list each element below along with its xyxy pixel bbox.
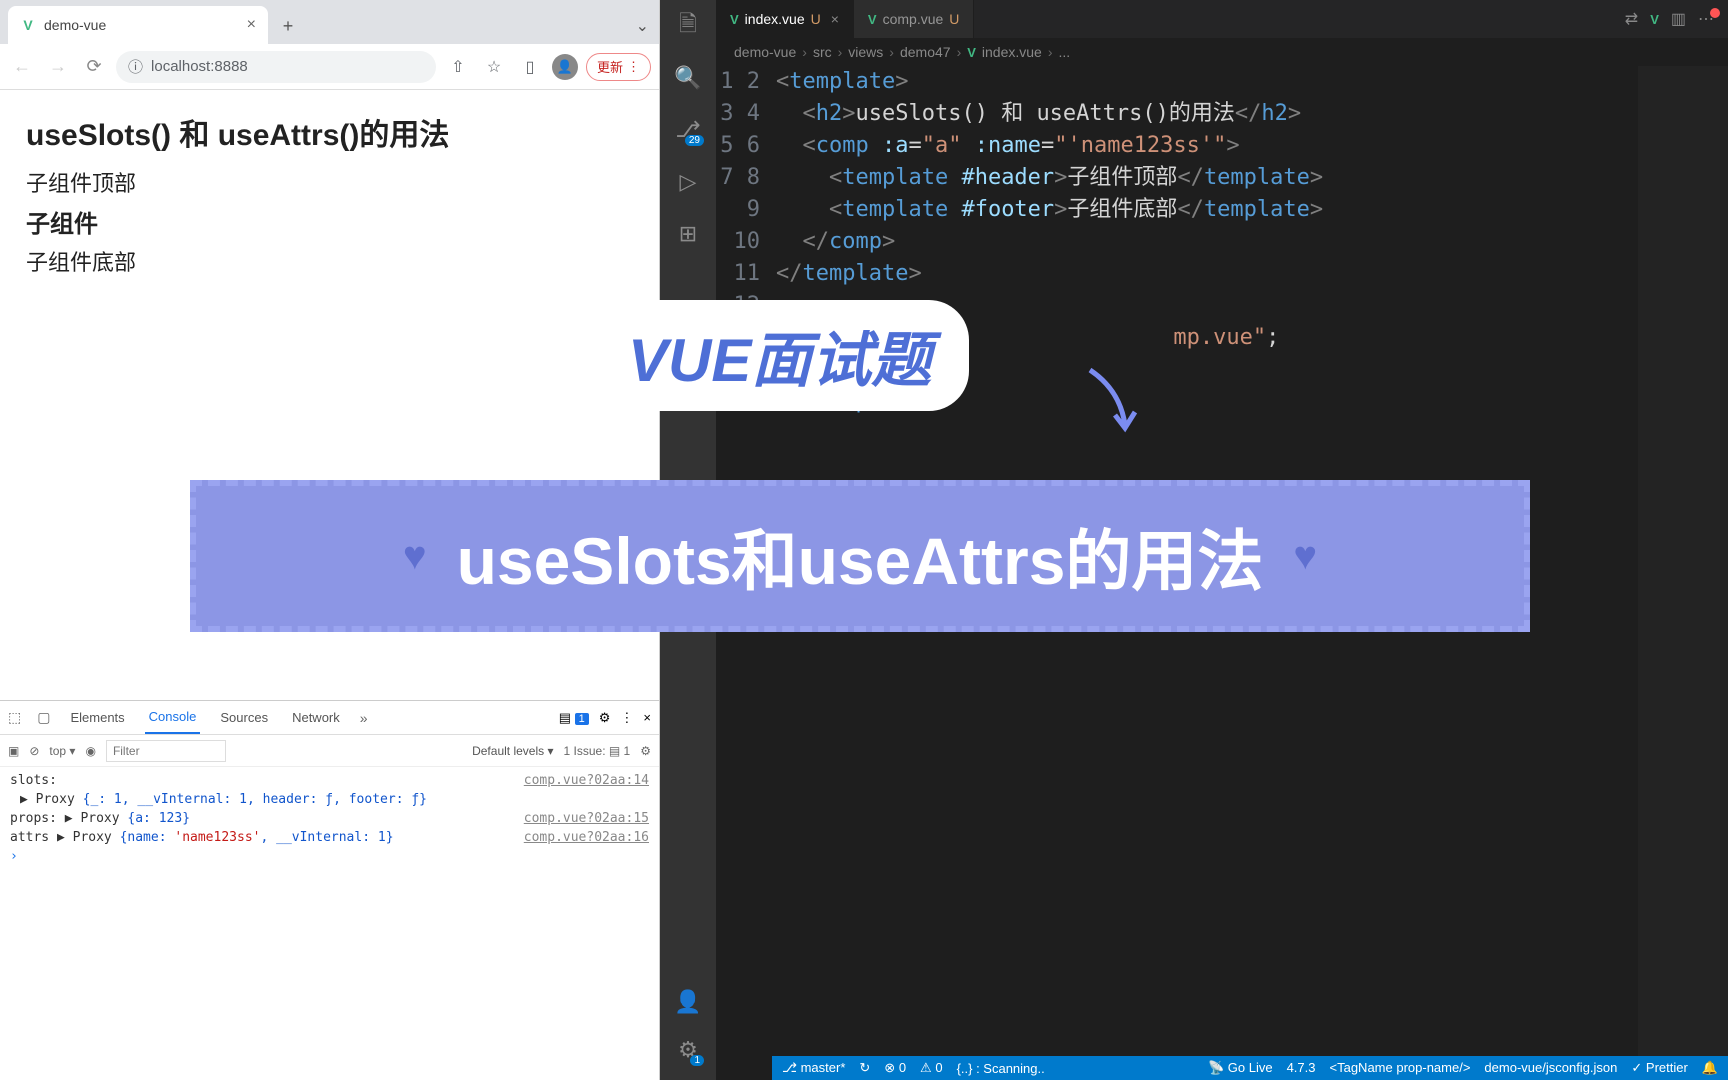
- devtools-tab-elements[interactable]: Elements: [66, 701, 128, 734]
- errors-indicator[interactable]: ⊗ 0: [884, 1060, 906, 1076]
- eye-icon[interactable]: ◉: [85, 744, 95, 758]
- page-heading: useSlots() 和 useAttrs()的用法: [26, 110, 633, 154]
- inspect-icon[interactable]: ⬚: [8, 709, 21, 726]
- site-info-icon[interactable]: ⓘ: [128, 56, 143, 77]
- vue-file-icon: V: [730, 12, 739, 27]
- issues-link[interactable]: 1 Issue: ▤ 1: [564, 744, 631, 758]
- tag-name-format[interactable]: <TagName prop-name/>: [1330, 1060, 1471, 1076]
- reload-button[interactable]: ⟳: [80, 53, 108, 81]
- more-tabs-icon[interactable]: »: [360, 710, 368, 726]
- issues-badge[interactable]: ▤ 1: [559, 710, 589, 726]
- heart-icon: ♥: [1293, 534, 1317, 579]
- overlay-banner-1: VUE面试题: [590, 300, 969, 411]
- source-control-icon[interactable]: ⎇29: [674, 116, 702, 144]
- address-bar: ← → ⟳ ⓘ localhost:8888 ⇧ ☆ ▯ 👤 更新 ⋮: [0, 44, 659, 90]
- filter-input[interactable]: [106, 740, 226, 762]
- notifications-icon[interactable]: 🔔: [1702, 1060, 1718, 1076]
- scanning-indicator[interactable]: {..} : Scanning..: [957, 1061, 1045, 1076]
- star-icon[interactable]: ☆: [480, 53, 508, 81]
- editor-tabs: V index.vue U × V comp.vue U ⇄ V ▥ ⋯: [716, 0, 1728, 38]
- settings-icon[interactable]: ⚙: [599, 710, 611, 726]
- split-editor-icon[interactable]: ▥: [1671, 9, 1686, 29]
- vue-file-icon: V: [967, 45, 976, 60]
- kebab-icon[interactable]: ⋮: [620, 710, 633, 726]
- close-devtools-icon[interactable]: ×: [643, 710, 651, 725]
- vue-favicon-icon: V: [20, 17, 36, 33]
- status-bar: ⎇ master* ↻ ⊗ 0 ⚠ 0 {..} : Scanning.. 📡 …: [772, 1056, 1728, 1080]
- back-button[interactable]: ←: [8, 53, 36, 81]
- panel-icon[interactable]: ▯: [516, 53, 544, 81]
- devtools-tab-console[interactable]: Console: [145, 701, 201, 734]
- update-button[interactable]: 更新 ⋮: [586, 53, 651, 81]
- browser-tab[interactable]: V demo-vue ×: [8, 6, 268, 44]
- prettier-indicator[interactable]: ✓ Prettier: [1631, 1060, 1687, 1076]
- browser-tab-strip: V demo-vue × + ⌄: [0, 0, 659, 44]
- devtools-tab-network[interactable]: Network: [288, 701, 344, 734]
- debug-icon[interactable]: ▷: [674, 168, 702, 196]
- breadcrumb[interactable]: demo-vue› src› views› demo47› V index.vu…: [716, 38, 1728, 66]
- new-tab-button[interactable]: +: [274, 12, 302, 40]
- arrow-icon: [1080, 360, 1150, 445]
- source-link[interactable]: comp.vue?02aa:15: [524, 811, 649, 826]
- extensions-icon[interactable]: ⊞: [674, 220, 702, 248]
- device-icon[interactable]: ▢: [37, 709, 50, 726]
- tab-title: demo-vue: [44, 17, 106, 33]
- warnings-indicator[interactable]: ⚠ 0: [920, 1060, 943, 1076]
- console-toolbar: ▣ ⊘ top ▾ ◉ Default levels ▾ 1 Issue: ▤ …: [0, 735, 659, 767]
- context-icon[interactable]: ▣: [8, 744, 19, 758]
- editor-tab-comp[interactable]: V comp.vue U: [854, 0, 975, 38]
- go-live-button[interactable]: 📡 Go Live: [1208, 1060, 1273, 1076]
- url-text: localhost:8888: [151, 58, 248, 75]
- devtools-tab-sources[interactable]: Sources: [216, 701, 272, 734]
- branch-indicator[interactable]: ⎇ master*: [782, 1060, 845, 1076]
- overlay-banner-2: ♥ useSlots和useAttrs的用法 ♥: [190, 480, 1530, 632]
- console-prompt[interactable]: ›: [10, 849, 18, 864]
- account-icon[interactable]: 👤: [674, 988, 702, 1016]
- settings-icon[interactable]: ⚙: [640, 744, 651, 758]
- tab-dropdown-icon[interactable]: ⌄: [636, 16, 649, 36]
- explorer-icon[interactable]: 🗎: [674, 12, 702, 40]
- clear-console-icon[interactable]: ⊘: [29, 744, 39, 758]
- url-input[interactable]: ⓘ localhost:8888: [116, 51, 436, 83]
- search-icon[interactable]: 🔍: [674, 64, 702, 92]
- devtools-tabs: ⬚ ▢ Elements Console Sources Network » ▤…: [0, 701, 659, 735]
- page-text: 子组件底部: [26, 245, 633, 277]
- vue-ext-icon[interactable]: V: [1650, 12, 1659, 27]
- heart-icon: ♥: [403, 534, 427, 579]
- editor-tab-index[interactable]: V index.vue U ×: [716, 0, 854, 38]
- tab-close-icon[interactable]: ×: [247, 16, 256, 34]
- context-dropdown[interactable]: top ▾: [49, 744, 75, 758]
- close-tab-icon[interactable]: ×: [831, 11, 839, 27]
- forward-button[interactable]: →: [44, 53, 72, 81]
- console-output: slots:comp.vue?02aa:14 ▶ Proxy {_: 1, __…: [0, 767, 659, 1080]
- notification-dot-icon: [1710, 8, 1720, 18]
- share-icon[interactable]: ⇧: [444, 53, 472, 81]
- compare-icon[interactable]: ⇄: [1625, 9, 1638, 29]
- page-text: 子组件顶部: [26, 166, 633, 198]
- sync-icon[interactable]: ↻: [859, 1060, 870, 1076]
- source-link[interactable]: comp.vue?02aa:16: [524, 830, 649, 845]
- page-text: 子组件: [26, 204, 633, 239]
- settings-gear-icon[interactable]: ⚙1: [674, 1036, 702, 1064]
- vetur-version[interactable]: 4.7.3: [1287, 1060, 1316, 1076]
- minimap[interactable]: [1638, 66, 1728, 1080]
- project-config[interactable]: demo-vue/jsconfig.json: [1484, 1060, 1617, 1076]
- vue-file-icon: V: [868, 12, 877, 27]
- levels-dropdown[interactable]: Default levels ▾: [472, 744, 553, 758]
- profile-avatar[interactable]: 👤: [552, 54, 578, 80]
- devtools-panel: ⬚ ▢ Elements Console Sources Network » ▤…: [0, 700, 659, 1080]
- source-link[interactable]: comp.vue?02aa:14: [524, 773, 649, 788]
- kebab-icon: ⋮: [627, 59, 640, 75]
